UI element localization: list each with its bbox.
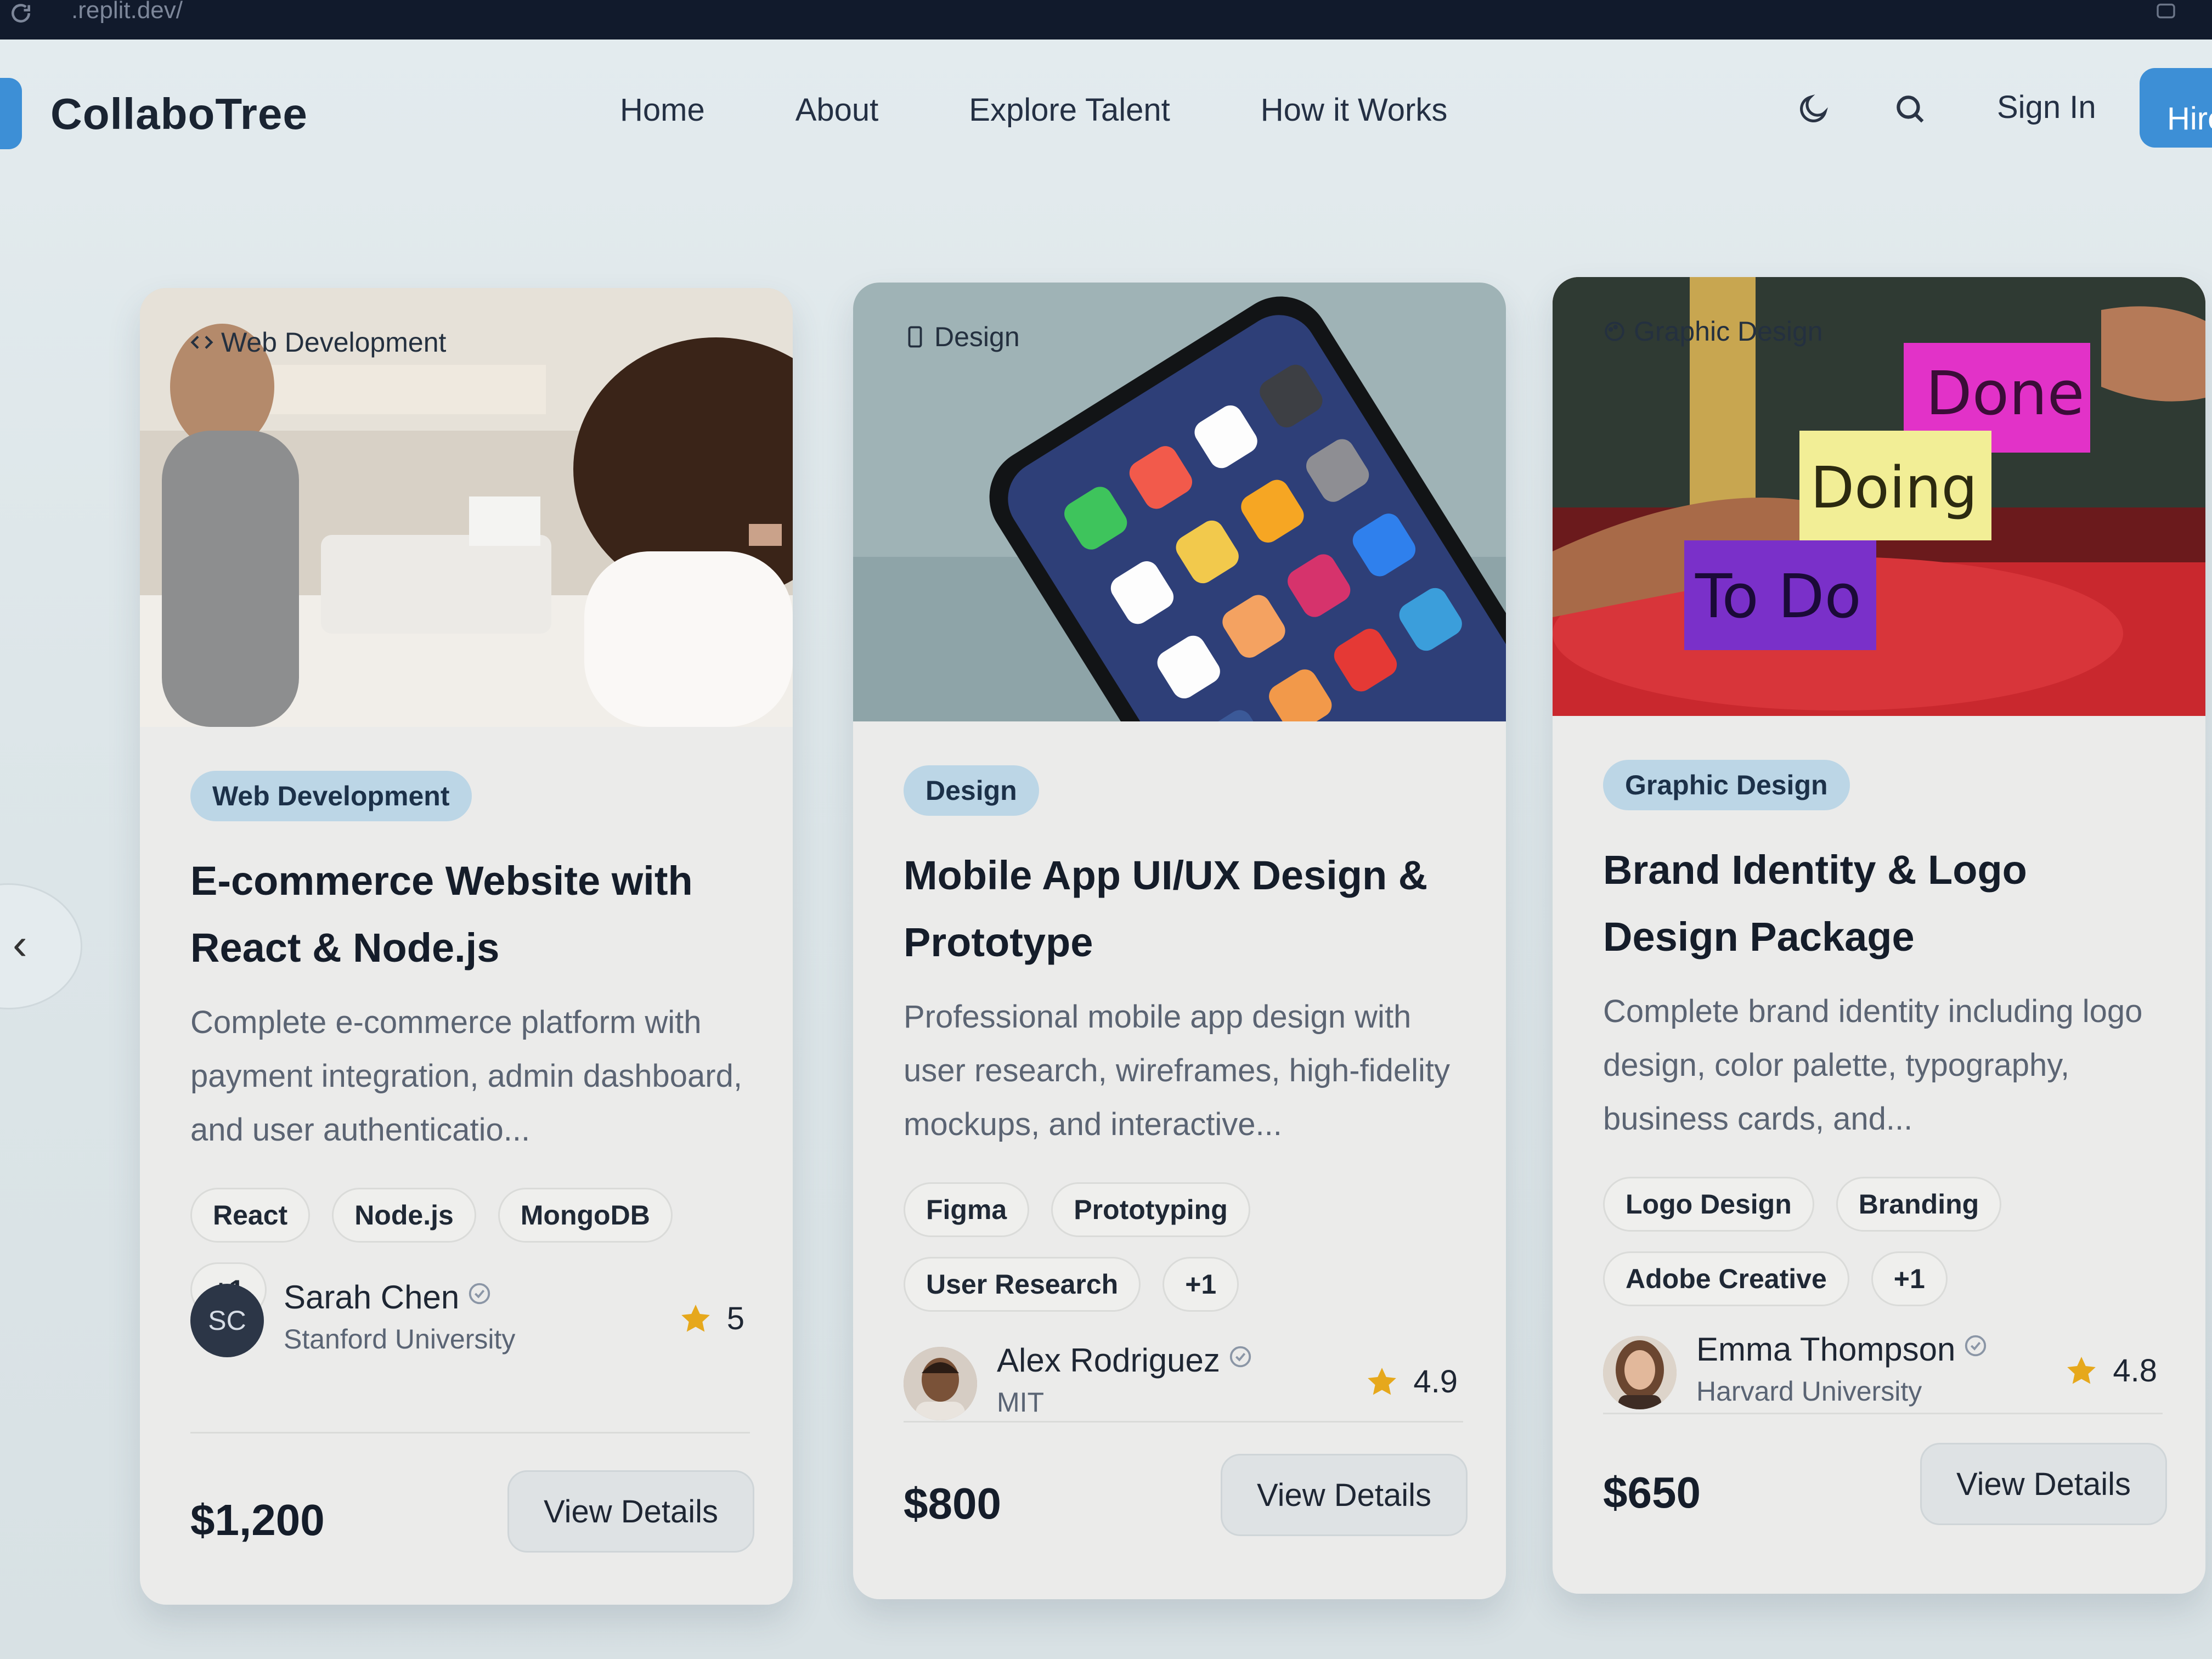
card-price: $1,200 xyxy=(190,1496,325,1544)
skill-tag: Branding xyxy=(1836,1177,2002,1232)
card-divider xyxy=(904,1421,1463,1423)
nav-link-explore-talent[interactable]: Explore Talent xyxy=(969,92,1170,128)
skill-tag: Logo Design xyxy=(1603,1177,1814,1232)
view-details-button[interactable]: View Details xyxy=(1221,1454,1468,1536)
logo-mark[interactable] xyxy=(0,78,22,149)
author-name-row: Emma Thompson xyxy=(1696,1330,1988,1368)
avatar-photo xyxy=(1603,1336,1677,1409)
more-tags-badge: +1 xyxy=(1871,1251,1948,1306)
more-tags-badge: +1 xyxy=(1163,1257,1239,1312)
address-bar-url[interactable]: .replit.dev/ xyxy=(71,0,183,24)
avatar xyxy=(1603,1336,1677,1409)
author-info: SC Sarah Chen Stanford University 5 xyxy=(190,1278,761,1361)
image-category-badge: Design xyxy=(904,321,1020,353)
skill-tag: Node.js xyxy=(332,1188,476,1243)
skill-tags: Figma Prototyping User Research +1 xyxy=(904,1182,1288,1312)
skill-tag: Figma xyxy=(904,1182,1030,1237)
nav-links: Home About Explore Talent How it Works xyxy=(620,92,1538,128)
star-icon xyxy=(681,1304,710,1332)
card-image: Design xyxy=(853,283,1506,721)
code-icon xyxy=(190,336,213,349)
card-price: $800 xyxy=(904,1479,1001,1528)
card-image: Web Development xyxy=(140,288,793,727)
rating-value: 4.8 xyxy=(2113,1353,2157,1389)
rating-value: 5 xyxy=(726,1301,744,1336)
search-icon[interactable] xyxy=(1893,92,1927,126)
author-school: Stanford University xyxy=(284,1324,516,1355)
star-icon xyxy=(1368,1367,1397,1395)
category-pill: Design xyxy=(904,765,1039,816)
skill-tag: MongoDB xyxy=(498,1188,673,1243)
check-badge-icon xyxy=(469,1283,490,1305)
avatar: SC xyxy=(190,1284,264,1357)
doing-note-text: Doing xyxy=(1810,454,1978,521)
nav-link-how-it-works[interactable]: How it Works xyxy=(1261,92,1448,128)
image-badge-label: Design xyxy=(934,321,1020,352)
author-school: MIT xyxy=(997,1387,1045,1418)
extension-icon[interactable] xyxy=(2153,0,2179,22)
skill-tag: Prototyping xyxy=(1051,1182,1250,1237)
hire-button[interactable]: Hire xyxy=(2140,68,2212,148)
author-info: Alex Rodriguez MIT 4.9 xyxy=(904,1341,1474,1424)
author-name-row: Sarah Chen xyxy=(284,1278,492,1316)
category-pill: Graphic Design xyxy=(1603,760,1850,810)
todo-note-text: To Do xyxy=(1695,561,1861,631)
card-divider xyxy=(190,1432,750,1434)
project-card[interactable]: Done Doing To Do Graphic Design Graphic … xyxy=(1553,277,2205,1594)
chevron-left-icon: ‹ xyxy=(13,919,27,968)
skill-tag: User Research xyxy=(904,1257,1141,1312)
author-school: Harvard University xyxy=(1696,1376,1922,1407)
skill-tag: React xyxy=(190,1188,311,1243)
avatar xyxy=(904,1347,977,1420)
project-card[interactable]: Design Design Mobile App UI/UX Design & … xyxy=(853,283,1506,1599)
palette-icon xyxy=(1605,321,1624,341)
sign-in-link[interactable]: Sign In xyxy=(1997,89,2096,126)
view-details-button[interactable]: View Details xyxy=(1920,1443,2167,1525)
card-description: Complete e-commerce platform with paymen… xyxy=(190,1005,742,1148)
rating: 5 xyxy=(679,1300,744,1337)
author-name: Sarah Chen xyxy=(284,1279,460,1316)
view-details-button[interactable]: View Details xyxy=(507,1470,754,1553)
card-divider xyxy=(1603,1413,2163,1414)
card-title[interactable]: Brand Identity & Logo Design Package xyxy=(1603,837,2174,970)
skill-tag: Adobe Creative xyxy=(1603,1251,1849,1306)
moon-icon[interactable] xyxy=(1797,92,1831,126)
check-badge-icon xyxy=(1229,1346,1251,1368)
card-description: Professional mobile app design with user… xyxy=(904,999,1451,1142)
image-category-badge: Web Development xyxy=(190,326,446,358)
card-title[interactable]: E-commerce Website with React & Node.js xyxy=(190,848,761,981)
nav-link-home[interactable]: Home xyxy=(620,92,705,128)
card-description: Complete brand identity including logo d… xyxy=(1603,994,2143,1137)
project-card[interactable]: Web Development Web Development E-commer… xyxy=(140,288,793,1605)
rating-value: 4.9 xyxy=(1413,1364,1458,1400)
rating: 4.8 xyxy=(2064,1352,2157,1389)
smartphone-icon xyxy=(908,326,922,348)
image-badge-label: Web Development xyxy=(221,327,447,358)
author-name: Emma Thompson xyxy=(1696,1331,1956,1368)
browser-toolbar: .replit.dev/ xyxy=(0,0,2212,40)
check-badge-icon xyxy=(1965,1335,1987,1357)
card-price: $650 xyxy=(1603,1468,1701,1517)
author-info: Emma Thompson Harvard University 4.8 xyxy=(1603,1330,2174,1413)
category-pill: Web Development xyxy=(190,771,472,821)
author-name-row: Alex Rodriguez xyxy=(997,1341,1253,1379)
card-title[interactable]: Mobile App UI/UX Design & Prototype xyxy=(904,842,1474,976)
avatar-photo xyxy=(904,1347,977,1420)
skill-tags: Logo Design Branding Adobe Creative +1 xyxy=(1603,1177,2042,1306)
top-navigation: CollaboTree Home About Explore Talent Ho… xyxy=(0,40,2212,177)
reload-icon[interactable] xyxy=(9,1,33,25)
nav-link-about[interactable]: About xyxy=(795,92,879,128)
logo-text[interactable]: CollaboTree xyxy=(50,89,308,139)
star-icon xyxy=(2067,1356,2096,1384)
author-name: Alex Rodriguez xyxy=(997,1342,1220,1379)
rating: 4.9 xyxy=(1365,1363,1458,1400)
card-image: Done Doing To Do Graphic Design xyxy=(1553,277,2205,716)
image-category-badge: Graphic Design xyxy=(1603,315,1823,347)
done-note-text: Done xyxy=(1926,358,2084,428)
image-badge-label: Graphic Design xyxy=(1634,316,1823,347)
